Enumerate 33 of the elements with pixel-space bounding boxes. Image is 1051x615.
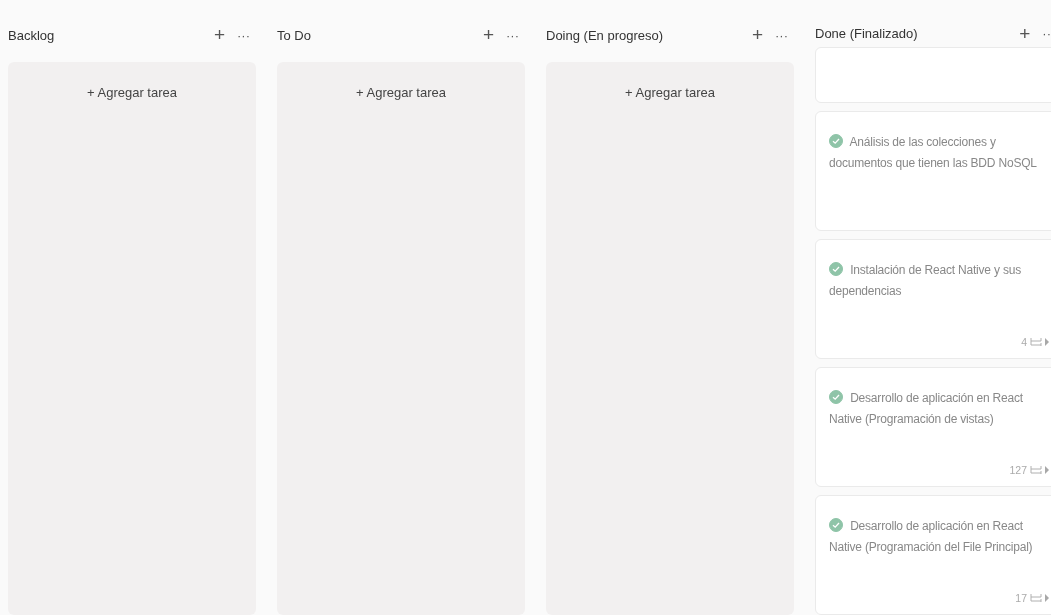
add-column-task-button[interactable]: + [476, 24, 500, 46]
column-title: Backlog [8, 27, 56, 43]
more-options-button[interactable]: ··· [231, 27, 256, 43]
check-circle-icon[interactable] [829, 134, 843, 148]
add-column-task-button[interactable]: + [1013, 22, 1037, 45]
add-task-button[interactable]: + Agregar tarea [619, 84, 721, 101]
check-circle-icon[interactable] [829, 262, 843, 276]
subtask-count: 4 [1021, 336, 1027, 348]
subtask-icon[interactable] [1030, 337, 1050, 347]
check-circle-icon[interactable] [829, 390, 843, 404]
add-column-task-button[interactable]: + [207, 24, 231, 46]
column-title: Doing (En progreso) [546, 27, 665, 43]
more-options-button[interactable]: ··· [769, 27, 794, 43]
more-options-button[interactable]: ··· [500, 27, 525, 43]
task-title: Desarrollo de aplicación en React Native (Programación del File Principal) [829, 517, 1034, 556]
task-card[interactable]: Instalación de React Native y sus dependencias 4 [815, 239, 1051, 359]
task-card[interactable]: Desarrollo de aplicación en React Native (Programación de vistas) 127 [815, 367, 1051, 487]
task-title: Instalación de React Native y sus dependencias [829, 261, 1022, 300]
column-title: To Do [277, 27, 312, 43]
add-column-task-button[interactable]: + [745, 24, 769, 46]
check-circle-icon[interactable] [829, 518, 843, 532]
task-card[interactable]: Análisis de las colecciones y documentos que tienen las BDD NoSQL [815, 111, 1051, 231]
task-title: Análisis de las colecciones y documentos que tienen las BDD NoSQL [829, 133, 1038, 172]
subtask-count: 17 [1015, 592, 1027, 604]
add-task-button[interactable]: + Agregar tarea [81, 84, 183, 101]
subtask-count: 127 [1009, 464, 1027, 476]
subtask-icon[interactable] [1030, 465, 1050, 475]
add-task-button[interactable]: + Agregar tarea [350, 84, 452, 101]
more-options-button[interactable]: ·· [1036, 26, 1051, 41]
subtask-icon[interactable] [1030, 593, 1050, 603]
task-title: Desarrollo de aplicación en React Native (Programación de vistas) [829, 389, 1024, 428]
task-card[interactable]: Desarrollo de aplicación en React Native (Programación del File Principal) 17 [815, 495, 1051, 615]
column-title: Done (Finalizado) [815, 26, 919, 41]
